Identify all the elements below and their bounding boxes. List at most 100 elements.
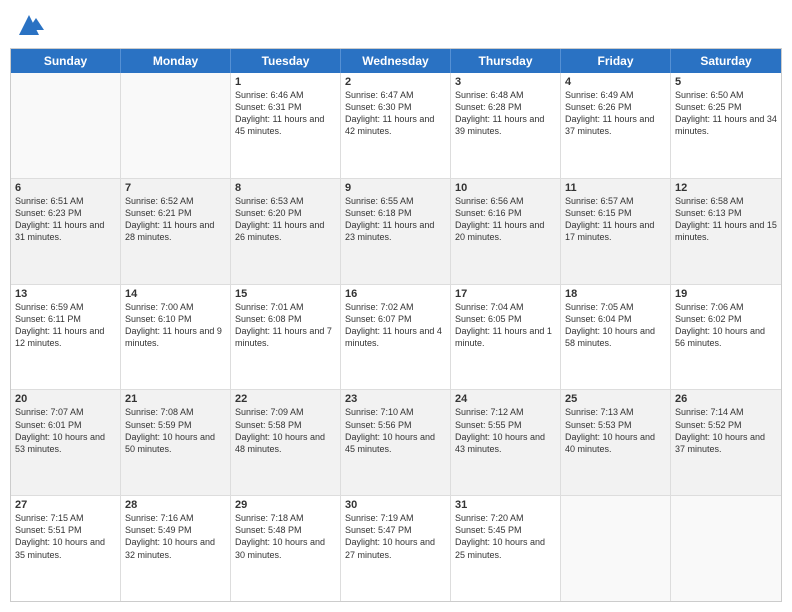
calendar-cell: 11 Sunrise: 6:57 AMSunset: 6:15 PMDayligh… bbox=[561, 179, 671, 284]
cell-info: Sunrise: 7:15 AMSunset: 5:51 PMDaylight:… bbox=[15, 513, 105, 559]
cell-info: Sunrise: 7:00 AMSunset: 6:10 PMDaylight:… bbox=[125, 302, 222, 348]
calendar-cell: 10 Sunrise: 6:56 AMSunset: 6:16 PMDayligh… bbox=[451, 179, 561, 284]
calendar-cell: 31 Sunrise: 7:20 AMSunset: 5:45 PMDayligh… bbox=[451, 496, 561, 601]
day-number: 27 bbox=[15, 499, 116, 511]
cell-info: Sunrise: 6:57 AMSunset: 6:15 PMDaylight:… bbox=[565, 196, 654, 242]
day-number: 13 bbox=[15, 288, 116, 300]
day-number: 30 bbox=[345, 499, 446, 511]
cell-info: Sunrise: 6:52 AMSunset: 6:21 PMDaylight:… bbox=[125, 196, 214, 242]
calendar-cell: 29 Sunrise: 7:18 AMSunset: 5:48 PMDayligh… bbox=[231, 496, 341, 601]
day-number: 23 bbox=[345, 393, 446, 405]
cell-info: Sunrise: 6:56 AMSunset: 6:16 PMDaylight:… bbox=[455, 196, 544, 242]
cell-info: Sunrise: 7:20 AMSunset: 5:45 PMDaylight:… bbox=[455, 513, 545, 559]
day-number: 29 bbox=[235, 499, 336, 511]
header bbox=[10, 10, 782, 40]
calendar-cell bbox=[11, 73, 121, 178]
cell-info: Sunrise: 6:49 AMSunset: 6:26 PMDaylight:… bbox=[565, 90, 654, 136]
day-number: 10 bbox=[455, 182, 556, 194]
page: SundayMondayTuesdayWednesdayThursdayFrid… bbox=[0, 0, 792, 612]
calendar-cell: 5 Sunrise: 6:50 AMSunset: 6:25 PMDaylight… bbox=[671, 73, 781, 178]
calendar-cell: 27 Sunrise: 7:15 AMSunset: 5:51 PMDayligh… bbox=[11, 496, 121, 601]
calendar-cell: 18Sunrise: 7:05 AMSunset: 6:04 PMDayligh… bbox=[561, 285, 671, 390]
day-number: 22 bbox=[235, 393, 336, 405]
calendar-cell bbox=[561, 496, 671, 601]
weekday-header: Thursday bbox=[451, 49, 561, 73]
calendar-cell: 19 Sunrise: 7:06 AMSunset: 6:02 PMDayligh… bbox=[671, 285, 781, 390]
calendar-row: 6Sunrise: 6:51 AMSunset: 6:23 PMDaylight… bbox=[11, 178, 781, 284]
calendar-cell: 7Sunrise: 6:52 AMSunset: 6:21 PMDaylight… bbox=[121, 179, 231, 284]
calendar-cell: 25 Sunrise: 7:13 AMSunset: 5:53 PMDayligh… bbox=[561, 390, 671, 495]
calendar-cell: 4 Sunrise: 6:49 AMSunset: 6:26 PMDaylight… bbox=[561, 73, 671, 178]
cell-info: Sunrise: 7:09 AMSunset: 5:58 PMDaylight:… bbox=[235, 407, 325, 453]
calendar-cell: 13 Sunrise: 6:59 AMSunset: 6:11 PMDayligh… bbox=[11, 285, 121, 390]
cell-info: Sunrise: 7:02 AMSunset: 6:07 PMDaylight:… bbox=[345, 302, 442, 348]
day-number: 31 bbox=[455, 499, 556, 511]
calendar-row: 13 Sunrise: 6:59 AMSunset: 6:11 PMDayligh… bbox=[11, 284, 781, 390]
calendar-cell: 6Sunrise: 6:51 AMSunset: 6:23 PMDaylight… bbox=[11, 179, 121, 284]
calendar-row: 20Sunrise: 7:07 AMSunset: 6:01 PMDayligh… bbox=[11, 389, 781, 495]
calendar-cell: 21Sunrise: 7:08 AMSunset: 5:59 PMDayligh… bbox=[121, 390, 231, 495]
cell-info: Sunrise: 7:18 AMSunset: 5:48 PMDaylight:… bbox=[235, 513, 325, 559]
day-number: 19 bbox=[675, 288, 777, 300]
day-number: 18 bbox=[565, 288, 666, 300]
calendar-cell: 20Sunrise: 7:07 AMSunset: 6:01 PMDayligh… bbox=[11, 390, 121, 495]
calendar-cell: 3 Sunrise: 6:48 AMSunset: 6:28 PMDaylight… bbox=[451, 73, 561, 178]
calendar: SundayMondayTuesdayWednesdayThursdayFrid… bbox=[10, 48, 782, 602]
calendar-body: 1 Sunrise: 6:46 AMSunset: 6:31 PMDaylight… bbox=[11, 73, 781, 601]
day-number: 26 bbox=[675, 393, 777, 405]
day-number: 9 bbox=[345, 182, 446, 194]
day-number: 14 bbox=[125, 288, 226, 300]
calendar-cell: 2Sunrise: 6:47 AMSunset: 6:30 PMDaylight… bbox=[341, 73, 451, 178]
cell-info: Sunrise: 6:53 AMSunset: 6:20 PMDaylight:… bbox=[235, 196, 324, 242]
calendar-cell: 30 Sunrise: 7:19 AMSunset: 5:47 PMDayligh… bbox=[341, 496, 451, 601]
day-number: 17 bbox=[455, 288, 556, 300]
day-number: 11 bbox=[565, 182, 666, 194]
day-number: 25 bbox=[565, 393, 666, 405]
cell-info: Sunrise: 7:06 AMSunset: 6:02 PMDaylight:… bbox=[675, 302, 765, 348]
day-number: 1 bbox=[235, 76, 336, 88]
cell-info: Sunrise: 7:10 AMSunset: 5:56 PMDaylight:… bbox=[345, 407, 435, 453]
calendar-cell: 16 Sunrise: 7:02 AMSunset: 6:07 PMDayligh… bbox=[341, 285, 451, 390]
cell-info: Sunrise: 7:13 AMSunset: 5:53 PMDaylight:… bbox=[565, 407, 655, 453]
cell-info: Sunrise: 6:59 AMSunset: 6:11 PMDaylight:… bbox=[15, 302, 104, 348]
calendar-cell: 17Sunrise: 7:04 AMSunset: 6:05 PMDayligh… bbox=[451, 285, 561, 390]
day-number: 12 bbox=[675, 182, 777, 194]
cell-info: Sunrise: 7:19 AMSunset: 5:47 PMDaylight:… bbox=[345, 513, 435, 559]
calendar-cell bbox=[671, 496, 781, 601]
calendar-cell: 1 Sunrise: 6:46 AMSunset: 6:31 PMDaylight… bbox=[231, 73, 341, 178]
cell-info: Sunrise: 6:48 AMSunset: 6:28 PMDaylight:… bbox=[455, 90, 544, 136]
calendar-cell: 9 Sunrise: 6:55 AMSunset: 6:18 PMDaylight… bbox=[341, 179, 451, 284]
calendar-cell: 12 Sunrise: 6:58 AMSunset: 6:13 PMDayligh… bbox=[671, 179, 781, 284]
day-number: 16 bbox=[345, 288, 446, 300]
calendar-cell: 14 Sunrise: 7:00 AMSunset: 6:10 PMDayligh… bbox=[121, 285, 231, 390]
day-number: 8 bbox=[235, 182, 336, 194]
day-number: 15 bbox=[235, 288, 336, 300]
calendar-header: SundayMondayTuesdayWednesdayThursdayFrid… bbox=[11, 49, 781, 73]
day-number: 5 bbox=[675, 76, 777, 88]
cell-info: Sunrise: 6:50 AMSunset: 6:25 PMDaylight:… bbox=[675, 90, 777, 136]
day-number: 4 bbox=[565, 76, 666, 88]
cell-info: Sunrise: 6:58 AMSunset: 6:13 PMDaylight:… bbox=[675, 196, 777, 242]
calendar-cell: 15Sunrise: 7:01 AMSunset: 6:08 PMDayligh… bbox=[231, 285, 341, 390]
weekday-header: Tuesday bbox=[231, 49, 341, 73]
calendar-cell: 8 Sunrise: 6:53 AMSunset: 6:20 PMDaylight… bbox=[231, 179, 341, 284]
logo bbox=[10, 10, 44, 40]
cell-info: Sunrise: 7:08 AMSunset: 5:59 PMDaylight:… bbox=[125, 407, 215, 453]
cell-info: Sunrise: 7:14 AMSunset: 5:52 PMDaylight:… bbox=[675, 407, 765, 453]
weekday-header: Monday bbox=[121, 49, 231, 73]
day-number: 3 bbox=[455, 76, 556, 88]
weekday-header: Wednesday bbox=[341, 49, 451, 73]
calendar-cell bbox=[121, 73, 231, 178]
weekday-header: Sunday bbox=[11, 49, 121, 73]
calendar-cell: 23 Sunrise: 7:10 AMSunset: 5:56 PMDayligh… bbox=[341, 390, 451, 495]
cell-info: Sunrise: 6:46 AMSunset: 6:31 PMDaylight:… bbox=[235, 90, 324, 136]
day-number: 2 bbox=[345, 76, 446, 88]
calendar-cell: 22 Sunrise: 7:09 AMSunset: 5:58 PMDayligh… bbox=[231, 390, 341, 495]
weekday-header: Friday bbox=[561, 49, 671, 73]
calendar-cell: 24Sunrise: 7:12 AMSunset: 5:55 PMDayligh… bbox=[451, 390, 561, 495]
calendar-row: 1 Sunrise: 6:46 AMSunset: 6:31 PMDaylight… bbox=[11, 73, 781, 178]
cell-info: Sunrise: 7:16 AMSunset: 5:49 PMDaylight:… bbox=[125, 513, 215, 559]
day-number: 6 bbox=[15, 182, 116, 194]
cell-info: Sunrise: 6:55 AMSunset: 6:18 PMDaylight:… bbox=[345, 196, 434, 242]
cell-info: Sunrise: 7:12 AMSunset: 5:55 PMDaylight:… bbox=[455, 407, 545, 453]
